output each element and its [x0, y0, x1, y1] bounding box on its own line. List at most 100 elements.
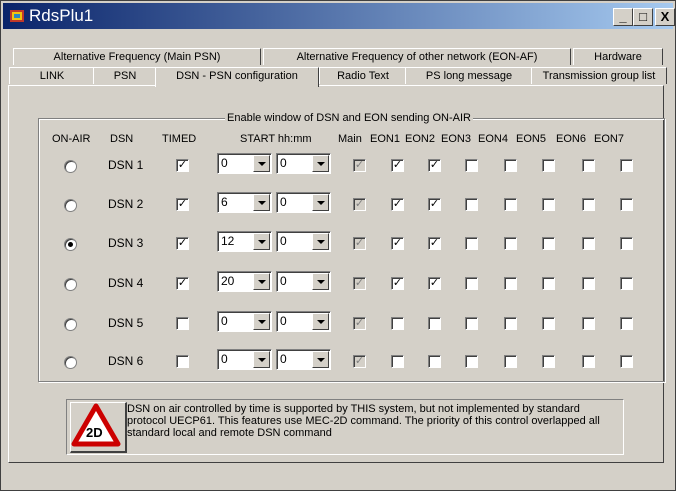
onair-radio[interactable] — [64, 356, 77, 369]
eon4-checkbox[interactable] — [504, 355, 517, 368]
eon6-checkbox[interactable] — [582, 159, 595, 172]
timed-checkbox[interactable]: ✓ — [176, 237, 189, 250]
eon2-checkbox[interactable]: ✓ — [428, 277, 441, 290]
timed-checkbox[interactable]: ✓ — [176, 277, 189, 290]
tab-radio-text[interactable]: Radio Text — [319, 67, 407, 84]
eon2-checkbox[interactable] — [428, 317, 441, 330]
chevron-down-icon[interactable] — [253, 313, 270, 330]
main-checkbox: ✓ — [353, 237, 366, 250]
dsn-label: DSN 1 — [108, 158, 144, 172]
maximize-button[interactable]: □ — [633, 8, 653, 26]
minimize-button[interactable]: _ — [613, 8, 633, 26]
start-hour-value: 0 — [221, 352, 228, 366]
eon1-checkbox[interactable]: ✓ — [391, 277, 404, 290]
chevron-down-icon[interactable] — [253, 351, 270, 368]
start-hour-combo[interactable]: 12 — [217, 231, 272, 252]
start-hour-value: 0 — [221, 156, 228, 170]
eon6-checkbox[interactable] — [582, 317, 595, 330]
onair-radio[interactable] — [64, 160, 77, 173]
chevron-down-icon[interactable] — [253, 273, 270, 290]
start-minute-combo[interactable]: 0 — [276, 349, 331, 370]
eon4-checkbox[interactable] — [504, 317, 517, 330]
timed-checkbox[interactable] — [176, 355, 189, 368]
chevron-down-icon[interactable] — [312, 194, 329, 211]
eon7-checkbox[interactable] — [620, 198, 633, 211]
onair-radio[interactable] — [64, 318, 77, 331]
eon6-checkbox[interactable] — [582, 237, 595, 250]
start-hour-combo[interactable]: 0 — [217, 311, 272, 332]
tab-alt-freq-eon[interactable]: Alternative Frequency of other network (… — [263, 48, 571, 65]
eon4-checkbox[interactable] — [504, 237, 517, 250]
window-title: RdsPlu1 — [29, 6, 94, 25]
start-hour-combo[interactable]: 6 — [217, 192, 272, 213]
eon4-checkbox[interactable] — [504, 277, 517, 290]
header-main: Main — [338, 133, 362, 145]
eon1-checkbox[interactable] — [391, 317, 404, 330]
tab-ps-long-message[interactable]: PS long message — [405, 67, 533, 84]
tab-row-top: Alternative Frequency (Main PSN) Alterna… — [1, 48, 665, 66]
title-bar[interactable]: RdsPlu1 _ □ X — [3, 3, 675, 29]
eon7-checkbox[interactable] — [620, 277, 633, 290]
start-minute-combo[interactable]: 0 — [276, 192, 331, 213]
chevron-down-icon[interactable] — [253, 155, 270, 172]
eon3-checkbox[interactable] — [465, 198, 478, 211]
eon1-checkbox[interactable] — [391, 355, 404, 368]
eon3-checkbox[interactable] — [465, 277, 478, 290]
start-hour-combo[interactable]: 20 — [217, 271, 272, 292]
eon6-checkbox[interactable] — [582, 277, 595, 290]
eon3-checkbox[interactable] — [465, 237, 478, 250]
eon5-checkbox[interactable] — [542, 355, 555, 368]
eon7-checkbox[interactable] — [620, 317, 633, 330]
chevron-down-icon[interactable] — [253, 194, 270, 211]
start-hour-combo[interactable]: 0 — [217, 153, 272, 174]
timed-checkbox[interactable] — [176, 317, 189, 330]
tab-transmission-group-list[interactable]: Transmission group list — [531, 67, 667, 84]
start-hour-combo[interactable]: 0 — [217, 349, 272, 370]
eon2-checkbox[interactable]: ✓ — [428, 159, 441, 172]
chevron-down-icon[interactable] — [312, 313, 329, 330]
start-minute-combo[interactable]: 0 — [276, 271, 331, 292]
tab-psn[interactable]: PSN — [93, 67, 157, 84]
start-minute-combo[interactable]: 0 — [276, 153, 331, 174]
eon6-checkbox[interactable] — [582, 198, 595, 211]
tab-hardware[interactable]: Hardware — [573, 48, 663, 65]
eon7-checkbox[interactable] — [620, 237, 633, 250]
header-eon7: EON7 — [594, 133, 624, 145]
eon2-checkbox[interactable] — [428, 355, 441, 368]
eon1-checkbox[interactable]: ✓ — [391, 237, 404, 250]
close-button[interactable]: X — [655, 8, 675, 26]
tab-alt-freq-main[interactable]: Alternative Frequency (Main PSN) — [13, 48, 261, 65]
start-minute-combo[interactable]: 0 — [276, 231, 331, 252]
eon5-checkbox[interactable] — [542, 159, 555, 172]
eon1-checkbox[interactable]: ✓ — [391, 198, 404, 211]
eon5-checkbox[interactable] — [542, 317, 555, 330]
eon4-checkbox[interactable] — [504, 159, 517, 172]
chevron-down-icon[interactable] — [312, 273, 329, 290]
onair-radio[interactable] — [64, 278, 77, 291]
eon5-checkbox[interactable] — [542, 277, 555, 290]
eon5-checkbox[interactable] — [542, 198, 555, 211]
eon7-checkbox[interactable] — [620, 159, 633, 172]
onair-radio[interactable] — [64, 199, 77, 212]
eon3-checkbox[interactable] — [465, 159, 478, 172]
chevron-down-icon[interactable] — [312, 351, 329, 368]
eon6-checkbox[interactable] — [582, 355, 595, 368]
eon7-checkbox[interactable] — [620, 355, 633, 368]
header-eon3: EON3 — [441, 133, 471, 145]
start-minute-combo[interactable]: 0 — [276, 311, 331, 332]
timed-checkbox[interactable]: ✓ — [176, 198, 189, 211]
timed-checkbox[interactable]: ✓ — [176, 159, 189, 172]
onair-radio[interactable] — [64, 238, 77, 251]
eon2-checkbox[interactable]: ✓ — [428, 237, 441, 250]
chevron-down-icon[interactable] — [312, 155, 329, 172]
tab-dsn-psn-config[interactable]: DSN - PSN configuration — [155, 67, 319, 87]
eon2-checkbox[interactable]: ✓ — [428, 198, 441, 211]
tab-link[interactable]: LINK — [9, 67, 95, 84]
eon3-checkbox[interactable] — [465, 355, 478, 368]
eon3-checkbox[interactable] — [465, 317, 478, 330]
eon5-checkbox[interactable] — [542, 237, 555, 250]
chevron-down-icon[interactable] — [253, 233, 270, 250]
eon4-checkbox[interactable] — [504, 198, 517, 211]
eon1-checkbox[interactable]: ✓ — [391, 159, 404, 172]
chevron-down-icon[interactable] — [312, 233, 329, 250]
